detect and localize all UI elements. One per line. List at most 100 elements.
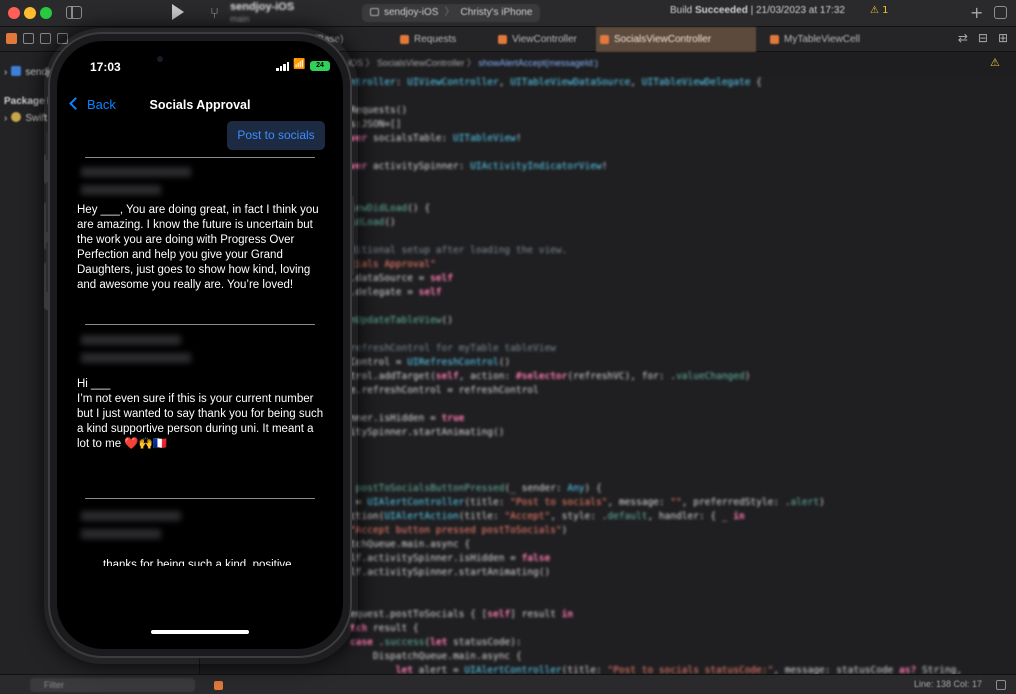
code-line[interactable]: refreshControl for myTable tableView [350, 342, 1016, 356]
warning-icon[interactable]: ⚠ [990, 56, 1000, 69]
tab-label: SocialsViewController [614, 34, 712, 45]
code-line[interactable] [350, 146, 1016, 160]
code-line[interactable]: .dataSource = self [350, 272, 1016, 286]
zoom-window-button[interactable] [40, 7, 52, 19]
code-token: in [561, 609, 574, 620]
code-token: "Accept" [504, 511, 551, 522]
code-line[interactable]: iewDidLoad() { [350, 202, 1016, 216]
code-token: alert = [418, 665, 465, 674]
breadcrumb[interactable]: iOS 〉 SocialsViewController 〉 showAlertA… [348, 56, 598, 69]
code-line[interactable]: ditional setup after loading the view. [350, 244, 1016, 258]
code-line[interactable]: lf.activitySpinner.startAnimating() [350, 566, 1016, 580]
source-code[interactable]: ntroller: UIViewController, UITableViewD… [348, 76, 1016, 674]
tab-viewcontroller[interactable]: ViewController [494, 27, 594, 52]
code-line[interactable]: ntroller: UIViewController, UITableViewD… [350, 76, 1016, 90]
breadcrumb-path[interactable]: iOS 〉 SocialsViewController 〉 [348, 58, 476, 68]
code-token: UIAlertController [367, 497, 465, 508]
home-indicator[interactable] [151, 630, 249, 634]
code-line[interactable]: s:JSON=[] [350, 118, 1016, 132]
code-line[interactable]: .delegate = self [350, 286, 1016, 300]
code-line[interactable]: Requests() [350, 104, 1016, 118]
debug-area-toggle-icon[interactable] [996, 680, 1006, 690]
code-line[interactable]: trol.addTarget(self, action: #selector(r… [350, 370, 1016, 384]
code-token: statusCode): [453, 637, 522, 648]
tab-requests[interactable]: Requests [396, 27, 492, 52]
post-to-socials-button[interactable]: Post to socials [227, 121, 325, 150]
phone-screen[interactable]: 17:03 📶 24 Back Socials Approval Post to… [57, 41, 343, 649]
status-bar: Filter Line: 138 Col: 17 [0, 674, 1016, 694]
code-line[interactable]: e.refreshControl = refreshControl [350, 384, 1016, 398]
message-card[interactable]: Hey ___, You are doing great, in fact I … [77, 203, 327, 293]
code-line[interactable]: cials Approval" [350, 258, 1016, 272]
tab-mytableviewcell[interactable]: MyTableViewCell [766, 27, 886, 52]
code-line[interactable]: idLoad() [350, 216, 1016, 230]
split-editor-icon[interactable]: ⊟ [978, 31, 988, 45]
project-name[interactable]: sendjoy-iOS [230, 1, 294, 13]
code-token: () { [407, 203, 431, 214]
code-line[interactable] [350, 580, 1016, 594]
close-window-button[interactable] [8, 7, 20, 19]
message-card[interactable]: Hi ___ I’m not even sure if this is your… [77, 377, 327, 452]
code-line[interactable]: ction(UIAlertAction(title: "Accept", sty… [350, 510, 1016, 524]
code-line[interactable]: DispatchQueue.main.async { [350, 650, 1016, 664]
cellular-signal-icon [276, 62, 289, 71]
code-line[interactable] [350, 454, 1016, 468]
code-token: "Post to socials statusCode:" [607, 665, 774, 674]
code-line[interactable]: equest.postToSocials { [self] result in [350, 608, 1016, 622]
scheme-selector[interactable]: sendjoy-iOS 〉 Christy's iPhone [362, 4, 541, 22]
message-text: Hey ___, You are doing great, in fact I … [77, 204, 319, 291]
code-token: alert [790, 497, 820, 508]
code-line[interactable]: postToSocialsButtonPressed(_ sender: Any… [350, 482, 1016, 496]
symbol-icon[interactable] [40, 33, 51, 44]
code-line[interactable] [350, 468, 1016, 482]
sidebar-toggle-icon[interactable] [66, 6, 82, 19]
code-line[interactable] [350, 440, 1016, 454]
folder-icon[interactable] [6, 33, 17, 44]
code-line[interactable] [350, 328, 1016, 342]
code-editor[interactable]: ntroller: UIViewController, UITableViewD… [348, 76, 1016, 674]
breadcrumb-function[interactable]: showAlertAccept(messageId:) [478, 58, 598, 68]
code-token: cials Approval" [350, 259, 436, 270]
inspector-toggle-icon[interactable] [994, 6, 1007, 19]
code-line[interactable]: tchQueue.main.async { [350, 538, 1016, 552]
minimize-window-button[interactable] [24, 7, 36, 19]
run-button[interactable] [172, 4, 184, 20]
code-token: DispatchQueue.main.async { [350, 651, 522, 662]
code-token: true [441, 413, 465, 424]
code-line[interactable] [350, 90, 1016, 104]
code-token: trol.addTarget( [350, 371, 436, 382]
warning-badge[interactable]: ⚠ 1 [870, 5, 889, 16]
add-icon[interactable]: + [970, 3, 983, 22]
code-token: (refreshVC), [567, 371, 642, 382]
code-token: "Accept button pressed postToSocials" [350, 525, 562, 536]
code-line[interactable] [350, 230, 1016, 244]
code-line[interactable]: nUpdateTableView() [350, 314, 1016, 328]
code-line[interactable]: let alert = UIAlertController(title: "Po… [350, 664, 1016, 674]
code-line[interactable] [350, 398, 1016, 412]
add-editor-icon[interactable]: ⊞ [998, 31, 1008, 45]
code-line[interactable]: ver socialsTable: UITableView! [350, 132, 1016, 146]
related-items-icon[interactable]: ⇄ [958, 31, 968, 45]
code-line[interactable]: case .success(let statusCode): [350, 636, 1016, 650]
tab-socialsviewcontroller[interactable]: SocialsViewController [596, 27, 756, 52]
scheme-separator: 〉 [444, 7, 455, 18]
code-line[interactable]: tch result { [350, 622, 1016, 636]
device-name[interactable]: Christy's iPhone [460, 7, 532, 18]
source-control-icon[interactable] [23, 33, 34, 44]
code-line[interactable]: nner.isHidden = true [350, 412, 1016, 426]
code-line[interactable] [350, 188, 1016, 202]
code-line[interactable] [350, 594, 1016, 608]
code-token: self [418, 287, 442, 298]
filter-input[interactable]: Filter [30, 678, 195, 692]
code-line[interactable]: lf.activitySpinner.isHidden = false [350, 552, 1016, 566]
partial-message-text[interactable]: thanks for being such a kind, positive [103, 558, 333, 566]
code-token: ) [744, 371, 751, 382]
code-line[interactable] [350, 300, 1016, 314]
code-line[interactable]: itySpinner.startAnimating() [350, 426, 1016, 440]
code-line[interactable]: Control = UIRefreshControl() [350, 356, 1016, 370]
code-line[interactable]: "Accept button pressed postToSocials") [350, 524, 1016, 538]
code-line[interactable]: = UIAlertController(title: "Post to soci… [350, 496, 1016, 510]
code-line[interactable] [350, 174, 1016, 188]
code-line[interactable]: ver activitySpinner: UIActivityIndicator… [350, 160, 1016, 174]
iphone-simulator: 17:03 📶 24 Back Socials Approval Post to… [48, 32, 352, 658]
